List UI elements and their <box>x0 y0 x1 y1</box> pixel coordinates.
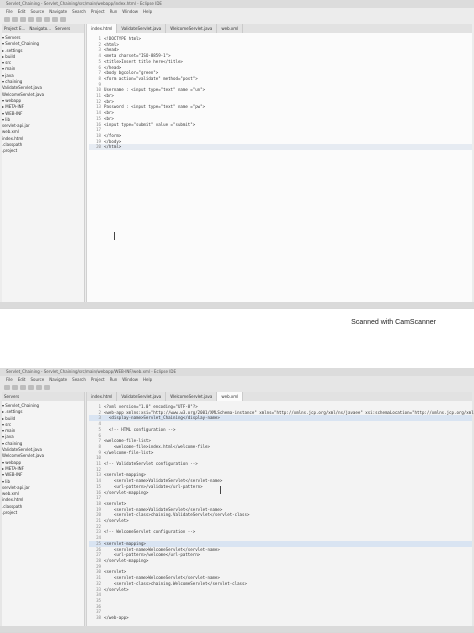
code-line: 20 </html> <box>89 144 472 151</box>
text-cursor <box>220 486 221 494</box>
editor-tab[interactable]: index.html <box>87 24 118 33</box>
status-bar <box>0 302 474 308</box>
menu-item[interactable]: Search <box>72 377 86 382</box>
menu-bar: File Edit Source Navigate Search Project Run Wi… <box>0 376 474 383</box>
line-text: </servlet> <box>104 586 129 592</box>
menu-item[interactable]: Window <box>122 377 138 382</box>
code-line: 38 </web-app> <box>89 615 472 621</box>
project-tree: ▾ Servlet_Chaining ▸ .settings ▸ build ▾… <box>2 401 84 516</box>
main-toolbar <box>0 383 474 392</box>
print-icon[interactable] <box>20 17 26 22</box>
line-text: <form action="validate" method="post"> <box>104 75 198 81</box>
text-cursor <box>114 232 115 240</box>
window-title: Servlet_Chaining - Servlet_Chaining/src/… <box>0 368 474 376</box>
editor-tab[interactable]: ValidateServlet.java <box>117 392 167 401</box>
editor-tabs: index.html ValidateServlet.java WelcomeSer… <box>87 24 472 33</box>
eclipse-window-webxml: Servlet_Chaining - Servlet_Chaining/src/… <box>0 368 474 633</box>
explorer-tab[interactable]: Project E... <box>4 26 25 31</box>
code-editor[interactable]: index.html ValidateServlet.java WelcomeSer… <box>86 392 474 630</box>
menu-item[interactable]: Run <box>110 9 118 14</box>
line-text: <!-- HTML configuration --> <box>104 426 176 432</box>
line-text: </html> <box>104 144 122 150</box>
run-icon[interactable] <box>36 17 42 22</box>
editor-tab[interactable]: WelcomeServlet.java <box>166 24 218 33</box>
menu-item[interactable]: File <box>6 377 13 382</box>
editor-tabs: index.html ValidateServlet.java WelcomeSer… <box>87 392 472 401</box>
menu-item[interactable]: Edit <box>18 377 26 382</box>
editor-tab[interactable]: web.xml <box>217 24 244 33</box>
eclipse-window-index: Servlet_Chaining - Servlet_Chaining/src/… <box>0 0 474 309</box>
search-icon[interactable] <box>44 17 50 22</box>
explorer-tab[interactable]: Servers <box>55 26 70 31</box>
tree-item[interactable]: .project <box>2 148 84 154</box>
scanner-watermark: Scanned with CamScanner <box>351 319 436 326</box>
window-title: Servlet_Chaining - Servlet_Chaining/src/… <box>0 0 474 8</box>
editor-tab[interactable]: web.xml <box>217 392 244 401</box>
menu-item[interactable]: Navigate <box>49 377 67 382</box>
run-icon[interactable] <box>36 385 42 390</box>
line-text: </servlet-mapping> <box>104 557 149 563</box>
save-icon[interactable] <box>12 385 18 390</box>
debug-icon[interactable] <box>28 385 34 390</box>
project-tree: ▾ Servers ▾ Servlet_Chaining ▸ .settings … <box>2 33 84 155</box>
menu-item[interactable]: Project <box>91 9 105 14</box>
line-text: </servlet> <box>104 518 129 524</box>
code-editor[interactable]: index.html ValidateServlet.java WelcomeSer… <box>86 24 472 306</box>
code-area[interactable]: 1 <!DOCTYPE html> 2 <html> 3 <head> 4 <meta cha… <box>87 33 472 151</box>
explorer-tabs: Servers <box>2 392 84 401</box>
editor-tab[interactable]: WelcomeServlet.java <box>166 392 218 401</box>
line-number: 20 <box>96 144 101 150</box>
menu-item[interactable]: Navigate <box>49 9 67 14</box>
tree-item[interactable]: .project <box>2 510 84 516</box>
explorer-tabs: Project E... Navigato... Servers <box>2 24 84 33</box>
main-toolbar <box>0 15 474 24</box>
project-explorer: Project E... Navigato... Servers ▾ Servers… <box>2 24 85 306</box>
new-icon[interactable] <box>4 17 10 22</box>
line-text: <display-name>Servlet_Chaining</display-… <box>104 415 220 421</box>
editor-tab[interactable]: index.html <box>87 392 118 401</box>
menu-item[interactable]: Window <box>122 9 138 14</box>
menu-item[interactable]: Source <box>30 9 44 14</box>
line-text: <!-- WelcomeServlet configuration --> <box>104 529 196 535</box>
print-icon[interactable] <box>20 385 26 390</box>
menu-item[interactable]: Project <box>91 377 105 382</box>
menu-item[interactable]: Run <box>110 377 118 382</box>
project-explorer: Servers ▾ Servlet_Chaining ▸ .settings ▸… <box>2 392 85 630</box>
menu-item[interactable]: Edit <box>18 9 26 14</box>
menu-item[interactable]: Search <box>72 9 86 14</box>
back-icon[interactable] <box>52 17 58 22</box>
menu-item[interactable]: File <box>6 9 13 14</box>
menu-bar: File Edit Source Navigate Search Project Run Wi… <box>0 8 474 15</box>
editor-tab[interactable]: ValidateServlet.java <box>117 24 167 33</box>
new-icon[interactable] <box>4 385 10 390</box>
status-bar <box>0 626 474 632</box>
explorer-tab[interactable]: Navigato... <box>29 26 51 31</box>
line-text: Password : <input type="text" name ="pw"… <box>104 104 206 110</box>
explorer-tab[interactable]: Servers <box>4 394 19 399</box>
forward-icon[interactable] <box>60 17 66 22</box>
line-text: Username : <input type="text" name ="un"… <box>104 87 206 93</box>
line-text: <input type="submit" value ="submit"> <box>104 121 196 127</box>
menu-item[interactable]: Help <box>143 377 152 382</box>
code-area[interactable]: 1 <?xml version="1.0" encoding="UTF-8"?> 2… <box>87 401 474 621</box>
line-number: 38 <box>96 615 101 621</box>
line-text: </servlet-mapping> <box>104 489 149 495</box>
debug-icon[interactable] <box>28 17 34 22</box>
menu-item[interactable]: Source <box>30 377 44 382</box>
line-text: </welcome-file-list> <box>104 449 154 455</box>
line-text: <!-- ValidateServlet configuration --> <box>104 461 198 467</box>
menu-item[interactable]: Help <box>143 9 152 14</box>
save-icon[interactable] <box>12 17 18 22</box>
line-text: </web-app> <box>104 615 129 621</box>
search-icon[interactable] <box>44 385 50 390</box>
